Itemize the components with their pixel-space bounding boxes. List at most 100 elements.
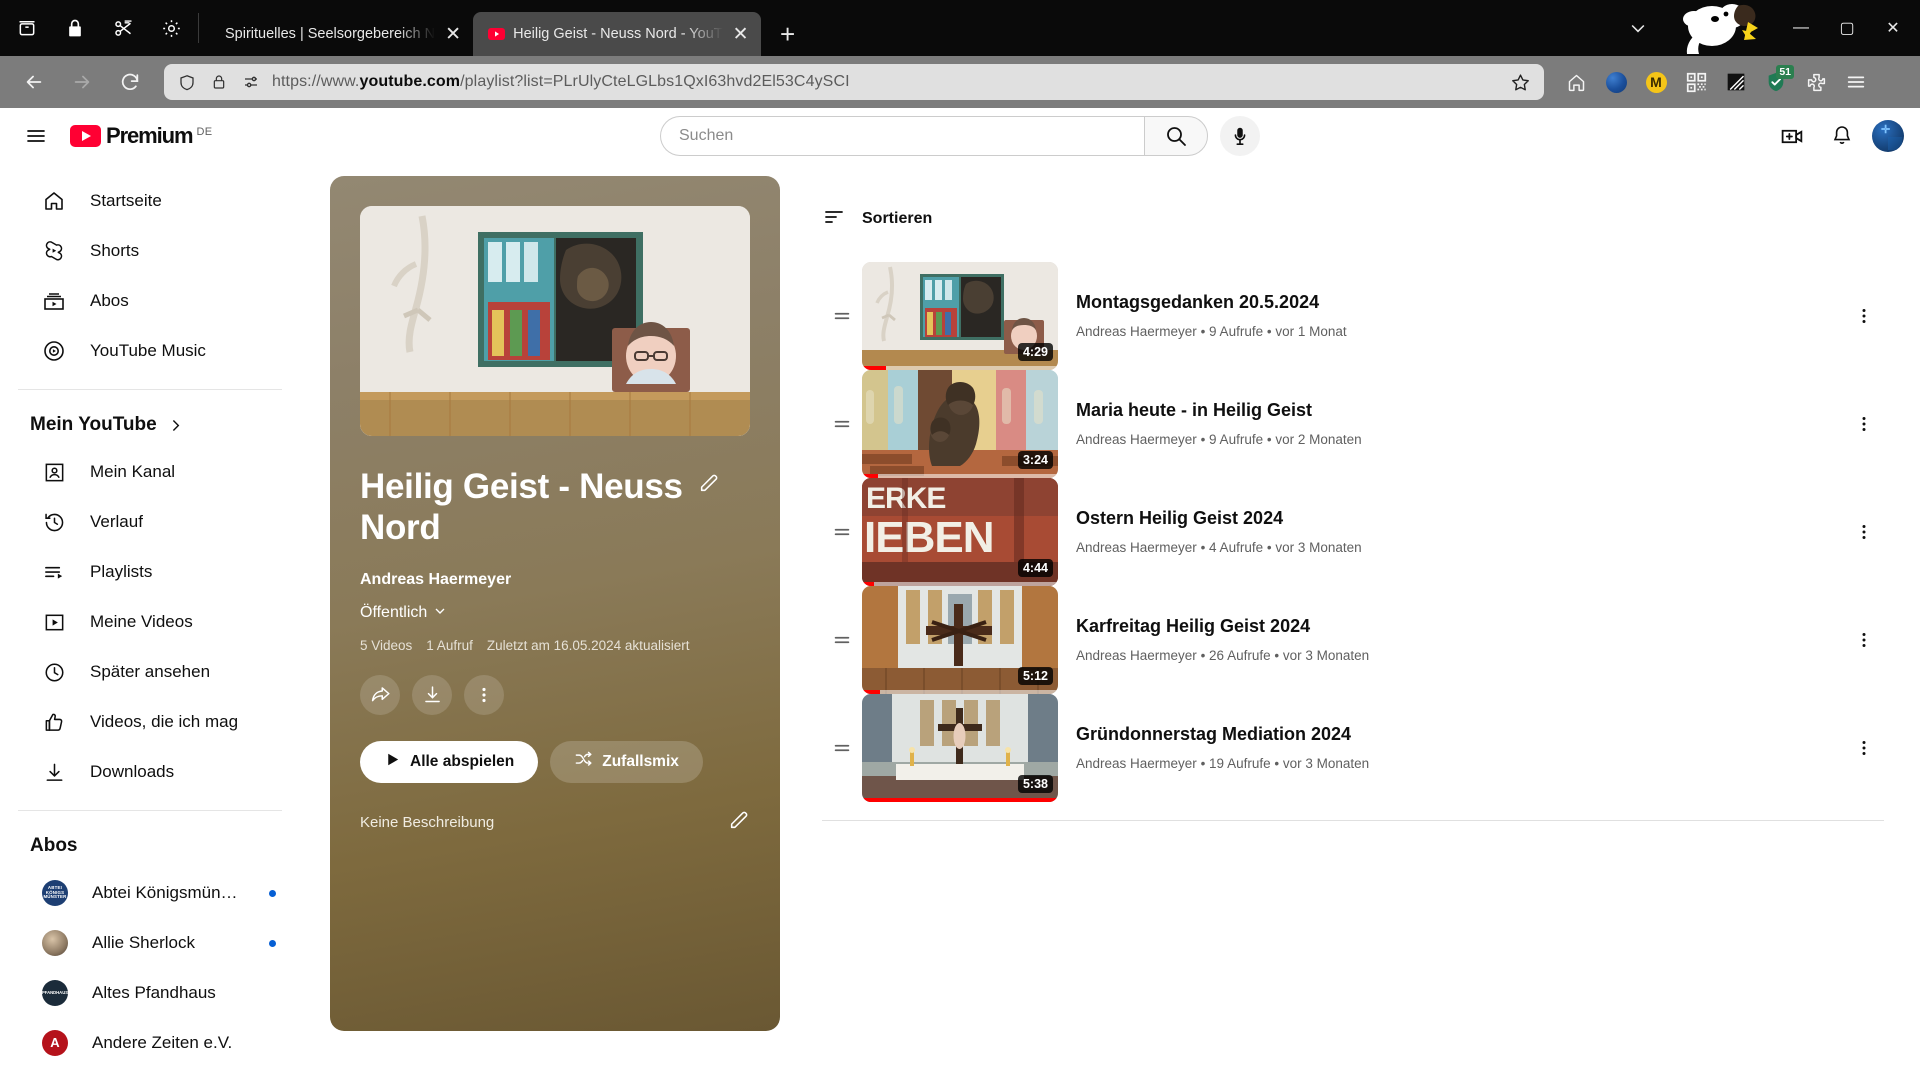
voice-search-icon[interactable] xyxy=(1220,116,1260,156)
extensions-icon[interactable] xyxy=(1798,64,1834,100)
play-all-button[interactable]: Alle abspielen xyxy=(360,740,539,783)
playlist-video-row[interactable]: 3:24 Maria heute - in Heilig Geist Andre… xyxy=(822,370,1884,478)
close-window-button[interactable]: ✕ xyxy=(1870,8,1916,48)
sidebar-item-abos[interactable]: Abos xyxy=(12,276,288,326)
globe-icon[interactable] xyxy=(1598,64,1634,100)
sidebar-item-mein-kanal[interactable]: Mein Kanal xyxy=(12,447,288,497)
video-more-options-icon[interactable] xyxy=(1844,404,1884,444)
video-thumbnail[interactable]: 5:38 xyxy=(862,694,1058,802)
sidebar-subscription-item[interactable]: A Andere Zeiten e.V. xyxy=(12,1018,288,1068)
new-tab-button[interactable]: + xyxy=(771,17,805,51)
video-title[interactable]: Gründonnerstag Mediation 2024 xyxy=(1076,723,1844,746)
video-more-options-icon[interactable] xyxy=(1844,728,1884,768)
browser-tab-2[interactable]: Heilig Geist - Neuss Nord - YouT ✕ xyxy=(473,12,761,56)
create-video-icon[interactable] xyxy=(1772,116,1812,156)
dark-reader-icon[interactable] xyxy=(1718,64,1754,100)
avatar[interactable]: ✛ xyxy=(1872,120,1904,152)
drag-handle-icon[interactable] xyxy=(822,737,862,759)
drag-handle-icon[interactable] xyxy=(822,413,862,435)
sidebar-subscription-item[interactable]: ABTEI KÖNIGS MÜNSTER Abtei Königsmün… xyxy=(12,868,288,918)
drag-handle-icon[interactable] xyxy=(822,629,862,651)
sidebar-item-spaeter-ansehen[interactable]: Später ansehen xyxy=(12,647,288,697)
drag-handle-icon[interactable] xyxy=(822,521,862,543)
video-more-options-icon[interactable] xyxy=(1844,296,1884,336)
settings-gear-icon[interactable] xyxy=(158,15,184,41)
video-thumbnail[interactable]: 4:29 xyxy=(862,262,1058,370)
sidebar-item-downloads[interactable]: Downloads xyxy=(12,747,288,797)
browser-tab-1[interactable]: Spirituelles | Seelsorgebereich N ✕ xyxy=(211,12,473,56)
playlist-view-count: 1 Aufruf xyxy=(426,637,473,653)
close-icon[interactable]: ✕ xyxy=(731,24,751,44)
playlist-thumbnail[interactable] xyxy=(360,206,750,436)
sidebar-you-heading[interactable]: Mein YouTube xyxy=(0,403,300,447)
edit-description-pencil-icon[interactable] xyxy=(728,809,750,836)
search-box[interactable] xyxy=(660,116,1208,156)
playlist-video-row[interactable]: 5:12 Karfreitag Heilig Geist 2024 Andrea… xyxy=(822,586,1884,694)
sidebar-subscription-item[interactable]: Allie Sherlock xyxy=(12,918,288,968)
video-thumbnail[interactable]: ERKE IEBEN 4:44 xyxy=(862,478,1058,586)
video-thumbnail[interactable]: 3:24 xyxy=(862,370,1058,478)
archive-icon[interactable] xyxy=(14,15,40,41)
sidebar-item-verlauf[interactable]: Verlauf xyxy=(12,497,288,547)
sidebar-item-startseite[interactable]: Startseite xyxy=(12,176,288,226)
home-icon[interactable] xyxy=(1558,64,1594,100)
video-title[interactable]: Maria heute - in Heilig Geist xyxy=(1076,399,1844,422)
reload-button[interactable] xyxy=(111,63,149,101)
sort-label: Sortieren xyxy=(862,210,933,227)
minimize-button[interactable]: — xyxy=(1778,8,1824,48)
sidebar-subscription-item[interactable]: PFANDHAUS Altes Pfandhaus xyxy=(12,968,288,1018)
channel-icon xyxy=(42,460,66,484)
search-button[interactable] xyxy=(1144,116,1208,156)
sidebar-item-shorts[interactable]: Shorts xyxy=(12,226,288,276)
bookmark-star-icon[interactable] xyxy=(1506,68,1534,96)
video-more-options-icon[interactable] xyxy=(1844,512,1884,552)
video-title[interactable]: Karfreitag Heilig Geist 2024 xyxy=(1076,615,1844,638)
playlist-description: Keine Beschreibung xyxy=(360,813,495,831)
youtube-premium-logo[interactable]: Premium DE xyxy=(70,125,212,147)
playlist-video-row[interactable]: ERKE IEBEN 4:44 Ostern Heilig Geist 2024 xyxy=(822,478,1884,586)
lock-icon[interactable] xyxy=(208,71,230,93)
sidebar-item-label: Videos, die ich mag xyxy=(90,712,239,731)
drag-handle-icon[interactable] xyxy=(822,305,862,327)
more-options-icon[interactable] xyxy=(464,674,504,715)
close-icon[interactable]: ✕ xyxy=(443,24,463,44)
scissors-icon[interactable] xyxy=(110,15,136,41)
sidebar-item-meine-videos[interactable]: Meine Videos xyxy=(12,597,288,647)
video-thumbnail[interactable]: 5:12 xyxy=(862,586,1058,694)
m-extension-icon[interactable]: M xyxy=(1638,64,1674,100)
video-title[interactable]: Ostern Heilig Geist 2024 xyxy=(1076,507,1844,530)
browser-extension-icons: M 51 xyxy=(1558,64,1878,100)
playlist-channel-name[interactable]: Andreas Haermeyer xyxy=(360,571,750,589)
share-icon[interactable] xyxy=(360,674,400,715)
video-more-options-icon[interactable] xyxy=(1844,620,1884,660)
qr-code-icon[interactable] xyxy=(1678,64,1714,100)
address-bar[interactable]: https://www.youtube.com/playlist?list=PL… xyxy=(164,64,1544,100)
maximize-button[interactable]: ▢ xyxy=(1824,8,1870,48)
shuffle-button[interactable]: Zufallsmix xyxy=(550,740,703,783)
playlist-video-row[interactable]: 5:38 Gründonnerstag Mediation 2024 Andre… xyxy=(822,694,1884,802)
video-title[interactable]: Montagsgedanken 20.5.2024 xyxy=(1076,291,1844,314)
browser-menu-icon[interactable] xyxy=(1838,64,1874,100)
video-duration: 5:12 xyxy=(1017,667,1053,685)
playlist-video-list: Sortieren 4:29 Montagsgedanken 20.5.2024… xyxy=(780,176,1920,1080)
edit-title-pencil-icon[interactable] xyxy=(698,472,720,499)
playlist-privacy-dropdown[interactable]: Öffentlich xyxy=(360,603,750,624)
logo-word: Premium xyxy=(106,123,194,148)
back-button[interactable] xyxy=(15,63,53,101)
chevron-down-icon[interactable] xyxy=(1618,8,1658,48)
download-icon[interactable] xyxy=(412,674,452,715)
watch-later-icon xyxy=(42,660,66,684)
sort-control[interactable]: Sortieren xyxy=(822,198,1884,240)
playlist-video-row[interactable]: 4:29 Montagsgedanken 20.5.2024 Andreas H… xyxy=(822,262,1884,370)
search-input[interactable] xyxy=(660,116,1144,156)
sidebar-item-playlists[interactable]: Playlists xyxy=(12,547,288,597)
shield-icon[interactable]: 51 xyxy=(1758,64,1794,100)
shield-tracking-icon[interactable] xyxy=(176,71,198,93)
sidebar-item-youtube-music[interactable]: YouTube Music xyxy=(12,326,288,376)
notifications-bell-icon[interactable] xyxy=(1822,116,1862,156)
lock-icon[interactable] xyxy=(62,15,88,41)
sidebar-item-videos-die-ich-mag[interactable]: Videos, die ich mag xyxy=(12,697,288,747)
permissions-icon[interactable] xyxy=(240,71,262,93)
logo-country-code: DE xyxy=(196,126,213,138)
guide-menu-icon[interactable] xyxy=(16,116,56,156)
